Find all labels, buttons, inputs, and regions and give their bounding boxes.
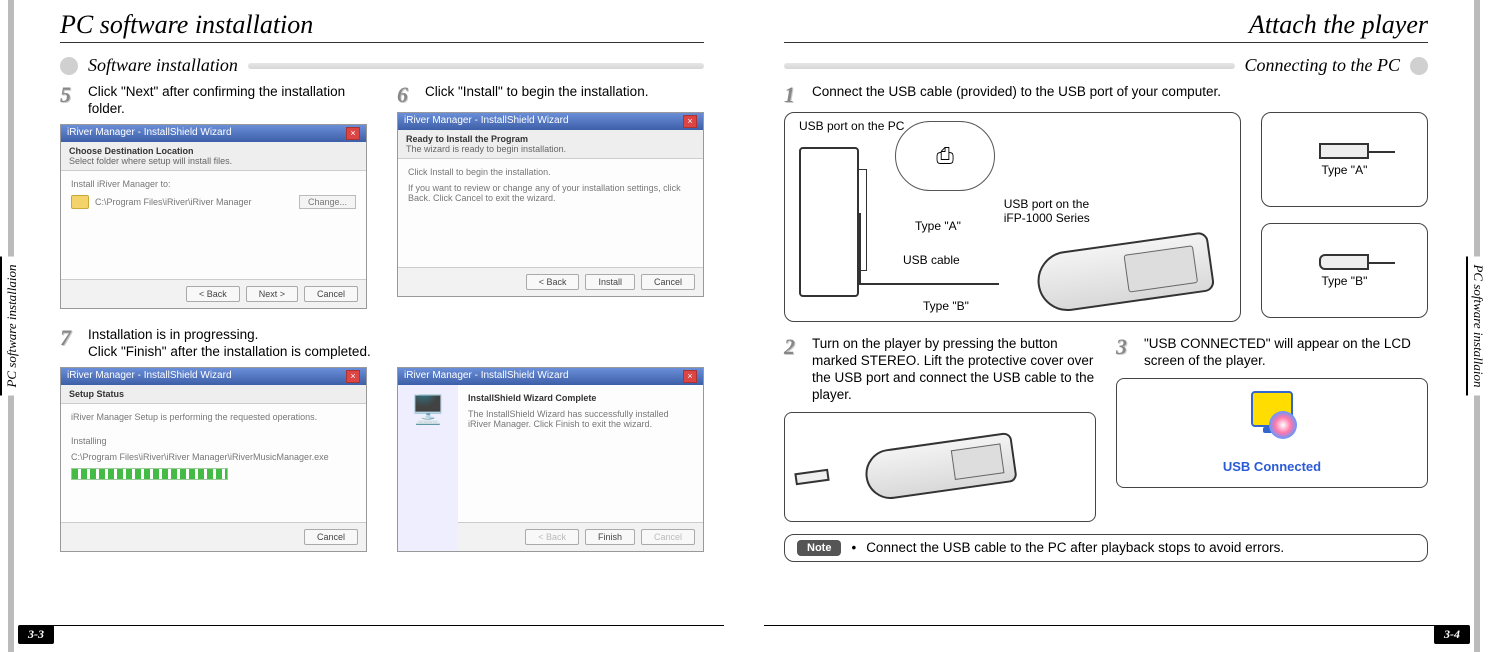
section-bullet-icon <box>1410 57 1428 75</box>
lcd-text: USB Connected <box>1223 459 1321 474</box>
page-title-right: Attach the player <box>784 10 1428 43</box>
plug-type-b-diagram: Type "B" <box>1261 223 1428 318</box>
wizard-screenshot: iRiver Manager - InstallShield Wizard× S… <box>60 367 367 552</box>
cancel-button[interactable]: Cancel <box>304 286 358 302</box>
step-text: "USB CONNECTED" will appear on the LCD s… <box>1144 336 1428 370</box>
label-type-b: Type "B" <box>923 299 969 313</box>
progress-bar <box>71 468 228 480</box>
music-disc-icon <box>1269 411 1297 439</box>
usb-b-plug-icon <box>1319 254 1369 270</box>
lcd-screenshot: USB Connected <box>1116 378 1428 488</box>
step-text: Installation is in progressing. Click "F… <box>88 327 371 361</box>
section-line <box>784 63 1235 69</box>
note-bar: Note • Connect the USB cable to the PC a… <box>784 534 1428 562</box>
step-text: Connect the USB cable (provided) to the … <box>812 84 1221 101</box>
change-button[interactable]: Change... <box>299 195 356 209</box>
finish-button[interactable]: Finish <box>585 529 635 545</box>
section-title-left: Software installation <box>88 55 238 76</box>
plug-type-a-diagram: Type "A" <box>1261 112 1428 207</box>
wizard-screenshot: iRiver Manager - InstallShield Wizard× 🖥… <box>397 367 704 552</box>
section-title-right: Connecting to the PC <box>1245 55 1400 76</box>
step-text: Turn on the player by pressing the butto… <box>812 336 1096 404</box>
next-button[interactable]: Next > <box>246 286 298 302</box>
step-number: 6 <box>397 84 417 106</box>
usb-plug-icon <box>794 468 829 485</box>
note-text: Connect the USB cable to the PC after pl… <box>866 540 1284 555</box>
player-connect-diagram <box>784 412 1096 522</box>
wizard-screenshot: iRiver Manager - InstallShield Wizard× R… <box>397 112 704 297</box>
player-icon <box>862 431 1017 501</box>
usb-symbol-icon: ⎙ <box>895 121 995 191</box>
step-text: Click "Install" to begin the installatio… <box>425 84 648 101</box>
step-number: 7 <box>60 327 80 349</box>
cancel-button[interactable]: Cancel <box>304 529 358 545</box>
connection-diagram: USB port on the PC ⎙ Type "A" USB cable … <box>784 112 1241 322</box>
close-icon: × <box>346 370 360 383</box>
back-button[interactable]: < Back <box>526 274 580 290</box>
usb-a-plug-icon <box>1319 143 1369 159</box>
install-button[interactable]: Install <box>585 274 635 290</box>
page-title-left: PC software installation <box>60 10 704 43</box>
label-type-a: Type "A" <box>915 219 961 233</box>
close-icon: × <box>346 127 360 140</box>
pc-icon <box>799 147 859 297</box>
close-icon: × <box>683 115 697 128</box>
section-bullet-icon <box>60 57 78 75</box>
step-number: 2 <box>784 336 804 358</box>
cancel-button[interactable]: Cancel <box>641 274 695 290</box>
side-tab-right: PC software installaion <box>1466 256 1488 395</box>
cancel-button: Cancel <box>641 529 695 545</box>
step-number: 1 <box>784 84 804 106</box>
side-tab-left: PC software installaion <box>0 256 22 395</box>
page-number: 3-4 <box>1434 625 1470 644</box>
page-number: 3-3 <box>18 625 54 644</box>
step-number: 5 <box>60 84 80 106</box>
wizard-screenshot: iRiver Manager - InstallShield Wizard× C… <box>60 124 367 309</box>
folder-icon <box>71 195 89 209</box>
section-line <box>248 63 704 69</box>
label-usb-device: USB port on theiFP-1000 Series <box>1004 197 1090 225</box>
label-usb-cable: USB cable <box>903 253 960 267</box>
back-button[interactable]: < Back <box>186 286 240 302</box>
note-pill: Note <box>797 540 841 556</box>
step-number: 3 <box>1116 336 1136 358</box>
wizard-banner-icon: 🖥️ <box>398 385 458 551</box>
player-icon <box>1033 231 1215 315</box>
close-icon: × <box>683 370 697 383</box>
label-usb-pc: USB port on the PC <box>799 119 904 133</box>
step-text: Click "Next" after confirming the instal… <box>88 84 367 118</box>
back-button: < Back <box>525 529 579 545</box>
